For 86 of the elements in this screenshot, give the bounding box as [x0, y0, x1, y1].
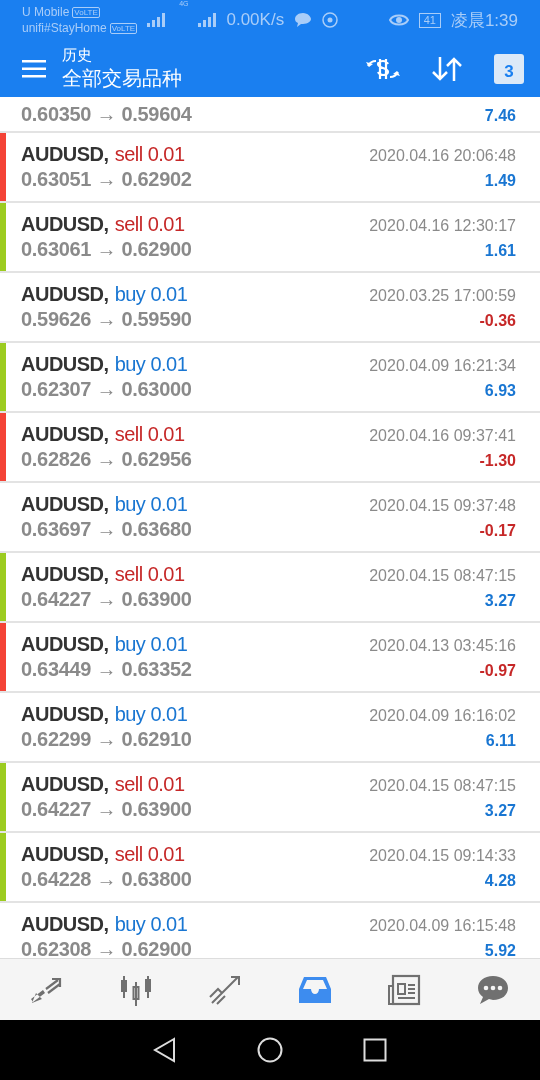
close-time: 2020.04.13 03:45:16 [369, 637, 516, 655]
price-range: 0.64228 → 0.63800 [21, 868, 192, 891]
symbol-filter[interactable]: 全部交易品种 [62, 64, 336, 92]
symbol-name: AUDUSD, [21, 423, 109, 446]
symbol-name: AUDUSD, [21, 563, 109, 586]
symbol-name: AUDUSD, [21, 843, 109, 866]
profit-value: -0.97 [479, 662, 516, 680]
menu-button[interactable] [22, 59, 46, 78]
order-type: buy 0.01 [114, 703, 188, 726]
symbol-name: AUDUSD, [21, 283, 109, 306]
order-type: buy 0.01 [114, 283, 188, 306]
price-range: 0.64227 → 0.63900 [21, 588, 192, 611]
price-range: 0.64227 → 0.63900 [21, 798, 192, 821]
clock: 凌晨1:39 [450, 9, 518, 32]
order-type: buy 0.01 [114, 493, 188, 516]
signal-icon [198, 13, 217, 27]
close-time: 2020.04.16 20:06:48 [369, 147, 516, 165]
order-type: buy 0.01 [114, 913, 188, 936]
profit-value: -1.30 [479, 452, 516, 470]
price-range: 0.62308 → 0.62900 [21, 938, 192, 958]
symbol-name: AUDUSD, [21, 913, 109, 936]
order-type: sell 0.01 [114, 143, 185, 166]
carrier-name: unifi#StayHome [22, 21, 107, 35]
close-time: 2020.04.15 08:47:15 [369, 567, 516, 585]
network-speed: 0.00K/s [226, 10, 285, 30]
order-type: sell 0.01 [114, 563, 185, 586]
newspaper-icon [386, 973, 421, 1006]
close-time: 2020.04.09 16:21:34 [369, 357, 516, 375]
close-time: 2020.03.25 17:00:59 [369, 287, 516, 305]
eye-icon [388, 13, 409, 27]
price-range: 0.63061 → 0.62900 [21, 238, 192, 261]
message-icon [294, 12, 313, 28]
symbol-name: AUDUSD, [21, 213, 109, 236]
calendar-button[interactable]: 3 [494, 53, 524, 84]
carrier-name: U Mobile [22, 5, 70, 19]
recents-button[interactable] [363, 1038, 387, 1062]
inbox-icon [297, 974, 332, 1005]
profit-value: -0.17 [479, 522, 516, 540]
order-type: sell 0.01 [114, 773, 185, 796]
profit-value: 3.27 [484, 802, 516, 820]
profit-value: 3.27 [484, 592, 516, 610]
symbol-name: AUDUSD, [21, 633, 109, 656]
profit-value: 6.93 [484, 382, 516, 400]
back-button[interactable] [153, 1037, 177, 1063]
price-range: 0.59626 → 0.59590 [21, 308, 192, 331]
trend-line-icon [208, 974, 243, 1005]
symbol-name: AUDUSD, [21, 773, 109, 796]
profit-value: 5.92 [484, 942, 516, 958]
price-range: 0.60350 → 0.59604 [21, 102, 192, 126]
price-range: 0.63697 → 0.63680 [21, 518, 192, 541]
profit-value: 1.49 [484, 172, 516, 190]
symbol-name: AUDUSD, [21, 703, 109, 726]
volte-badge: VoLTE [72, 6, 100, 18]
symbol-name: AUDUSD, [21, 143, 109, 166]
profit-value: 7.46 [484, 106, 516, 125]
close-time: 2020.04.15 09:14:33 [369, 847, 516, 865]
volte-badge: VoLTE [109, 22, 138, 34]
price-range: 0.62826 → 0.62956 [21, 448, 192, 471]
symbol-name: AUDUSD, [21, 493, 109, 516]
close-time: 2020.04.09 16:16:02 [369, 707, 516, 725]
price-range: 0.63449 → 0.63352 [21, 658, 192, 681]
order-type: sell 0.01 [114, 423, 185, 446]
notification-icon [322, 12, 339, 28]
screen-title: 历史 [62, 45, 93, 65]
sort-button[interactable] [430, 54, 464, 83]
order-type: buy 0.01 [114, 633, 188, 656]
candlestick-icon [119, 973, 154, 1006]
profit-value: 6.11 [485, 732, 516, 750]
battery-level: 41 [418, 12, 441, 28]
price-range: 0.63051 → 0.62902 [21, 168, 192, 191]
symbol-name: AUDUSD, [21, 353, 109, 376]
order-type: buy 0.01 [114, 353, 188, 376]
close-time: 2020.04.09 16:15:48 [369, 917, 516, 935]
profit-value: 4.28 [484, 872, 516, 890]
close-time: 2020.04.16 12:30:17 [369, 217, 516, 235]
close-time: 2020.04.15 09:37:48 [369, 497, 516, 515]
price-range: 0.62307 → 0.63000 [21, 378, 192, 401]
close-time: 2020.04.16 09:37:41 [369, 427, 516, 445]
home-button[interactable] [257, 1037, 283, 1063]
profit-value: -0.36 [479, 312, 516, 330]
chat-icon [475, 973, 510, 1006]
close-time: 2020.04.15 08:47:15 [369, 777, 516, 795]
order-type: sell 0.01 [114, 843, 185, 866]
order-type: sell 0.01 [114, 213, 185, 236]
price-range: 0.62299 → 0.62910 [21, 728, 192, 751]
profit-value: 1.61 [484, 242, 516, 260]
